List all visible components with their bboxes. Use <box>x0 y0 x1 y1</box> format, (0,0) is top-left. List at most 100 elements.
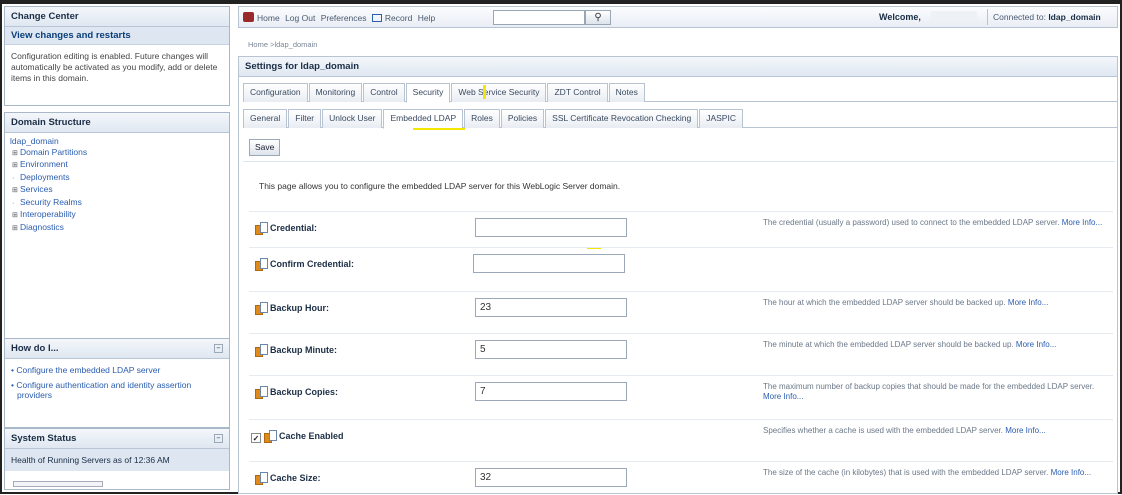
connected-to: Connected to: ldap_domain <box>993 12 1101 22</box>
tab-control[interactable]: Control <box>363 83 405 102</box>
tree-item-security-realms[interactable]: · Security Realms <box>10 197 224 210</box>
highlight-mark <box>413 128 465 130</box>
settings-title: Settings for ldap_domain <box>239 57 1117 77</box>
credential-label: Credential: <box>255 222 317 235</box>
secondary-tabs: General Filter Unlock User Embedded LDAP… <box>243 109 1117 129</box>
tree-item-environment[interactable]: ⊞ Environment <box>10 159 224 172</box>
attribute-icon <box>255 222 268 235</box>
tab-general[interactable]: General <box>243 109 288 128</box>
tab-zdt-control[interactable]: ZDT Control <box>547 83 608 102</box>
logout-link[interactable]: Log Out <box>285 13 315 23</box>
search-icon[interactable]: ⚲ <box>585 10 611 25</box>
welcome-username <box>931 11 977 23</box>
tree-item-deployments[interactable]: · Deployments <box>10 172 224 185</box>
health-bar <box>13 481 103 487</box>
view-changes-link[interactable]: View changes and restarts <box>5 27 229 45</box>
save-button[interactable]: Save <box>249 139 281 156</box>
record-link[interactable]: Record <box>385 13 412 23</box>
backup-hour-desc: The hour at which the embedded LDAP serv… <box>763 298 1049 307</box>
more-info-link[interactable]: More Info... <box>1051 468 1091 477</box>
credential-desc: The credential (usually a password) used… <box>763 218 1103 227</box>
system-status-text: Health of Running Servers as of 12:36 AM <box>5 449 229 471</box>
domain-structure-panel: Domain Structure ldap_domain ⊞ Domain Par… <box>4 112 230 340</box>
attribute-icon <box>255 386 268 399</box>
confirm-credential-field[interactable] <box>473 254 625 273</box>
highlight-mark <box>483 85 486 99</box>
backup-minute-desc: The minute at which the embedded LDAP se… <box>763 340 1057 349</box>
cache-enabled-label: ✓ Cache Enabled <box>251 430 344 443</box>
row-backup-copies: Backup Copies: The maximum number of bac… <box>249 375 1113 415</box>
tree-item-services[interactable]: ⊞ Services <box>10 184 224 197</box>
domain-structure-title: Domain Structure <box>5 113 229 133</box>
search-input[interactable] <box>493 10 585 25</box>
intro-text: This page allows you to configure the em… <box>259 181 621 191</box>
more-info-link[interactable]: More Info... <box>1062 218 1102 227</box>
backup-copies-field[interactable] <box>475 382 627 401</box>
change-center-panel: Change Center View changes and restarts … <box>4 6 230 106</box>
backup-copies-label: Backup Copies: <box>255 386 338 399</box>
row-backup-minute: Backup Minute: The minute at which the e… <box>249 333 1113 373</box>
expand-icon[interactable]: ⊞ <box>12 224 20 235</box>
cache-size-label: Cache Size: <box>255 472 321 485</box>
tab-web-service-security[interactable]: Web Service Security <box>451 83 547 102</box>
row-credential: Credential: The credential (usually a pa… <box>249 211 1113 247</box>
tab-embedded-ldap[interactable]: Embedded LDAP <box>383 109 464 129</box>
tab-notes[interactable]: Notes <box>608 83 645 102</box>
expand-icon[interactable]: ⊞ <box>12 211 20 222</box>
tab-ssl-revocation[interactable]: SSL Certificate Revocation Checking <box>545 109 699 128</box>
tab-filter[interactable]: Filter <box>288 109 322 128</box>
row-cache-size: Cache Size: The size of the cache (in ki… <box>249 461 1113 495</box>
more-info-link[interactable]: More Info... <box>1016 340 1056 349</box>
attribute-icon <box>255 472 268 485</box>
tab-jaspic[interactable]: JASPIC <box>699 109 743 128</box>
how-do-i-panel: How do I... – • Configure the embedded LD… <box>4 338 230 428</box>
more-info-link[interactable]: More Info... <box>1005 426 1045 435</box>
backup-minute-label: Backup Minute: <box>255 344 337 357</box>
backup-hour-field[interactable] <box>475 298 627 317</box>
cache-enabled-desc: Specifies whether a cache is used with t… <box>763 426 1046 435</box>
tab-policies[interactable]: Policies <box>500 109 545 128</box>
tree-item-ldap-domain[interactable]: ldap_domain <box>10 136 224 147</box>
row-backup-hour: Backup Hour: The hour at which the embed… <box>249 291 1113 329</box>
help-link[interactable]: Help <box>418 13 435 23</box>
divider <box>243 161 1115 162</box>
tree-line-icon: · <box>12 174 15 182</box>
tab-unlock-user[interactable]: Unlock User <box>322 109 383 128</box>
how-do-i-title: How do I... – <box>5 339 229 359</box>
breadcrumb[interactable]: Home >ldap_domain <box>248 40 317 49</box>
expand-icon[interactable]: ⊞ <box>12 149 20 160</box>
tab-configuration[interactable]: Configuration <box>243 83 308 102</box>
tree-line-icon: · <box>12 199 15 207</box>
connected-domain: ldap_domain <box>1048 12 1101 22</box>
tab-monitoring[interactable]: Monitoring <box>308 83 363 102</box>
change-center-text: Configuration editing is enabled. Future… <box>11 51 218 83</box>
record-icon <box>371 14 382 22</box>
tree-item-domain-partitions[interactable]: ⊞ Domain Partitions <box>10 147 224 160</box>
attribute-icon <box>264 430 277 443</box>
tree-item-diagnostics[interactable]: ⊞ Diagnostics <box>10 222 224 235</box>
attribute-icon <box>255 302 268 315</box>
credential-field[interactable] <box>475 218 627 237</box>
preferences-link[interactable]: Preferences <box>321 13 367 23</box>
expand-icon[interactable]: ⊞ <box>12 161 20 172</box>
toolbar-links: Home Log Out Preferences Record Help <box>243 12 438 23</box>
how-item-configure-auth[interactable]: • Configure authentication and identity … <box>11 380 223 401</box>
tab-roles[interactable]: Roles <box>464 109 500 128</box>
collapse-icon[interactable]: – <box>214 434 223 443</box>
row-confirm-credential: Confirm Credential: <box>249 247 1113 281</box>
system-status-title: System Status – <box>5 429 229 449</box>
backup-minute-field[interactable] <box>475 340 627 359</box>
confirm-credential-label: Confirm Credential: <box>255 258 354 271</box>
home-icon <box>243 12 254 22</box>
cache-enabled-checkbox[interactable]: ✓ <box>251 433 261 443</box>
more-info-link[interactable]: More Info... <box>1008 298 1048 307</box>
tree-item-interoperability[interactable]: ⊞ Interoperability <box>10 209 224 222</box>
collapse-icon[interactable]: – <box>214 344 223 353</box>
domain-tree: ldap_domain ⊞ Domain Partitions ⊞ Environm… <box>5 133 229 237</box>
home-link[interactable]: Home <box>257 13 280 23</box>
tab-security[interactable]: Security <box>405 83 451 103</box>
more-info-link[interactable]: More Info... <box>763 392 803 401</box>
expand-icon[interactable]: ⊞ <box>12 186 20 197</box>
how-item-configure-ldap[interactable]: • Configure the embedded LDAP server <box>11 365 223 376</box>
cache-size-field[interactable] <box>475 468 627 487</box>
